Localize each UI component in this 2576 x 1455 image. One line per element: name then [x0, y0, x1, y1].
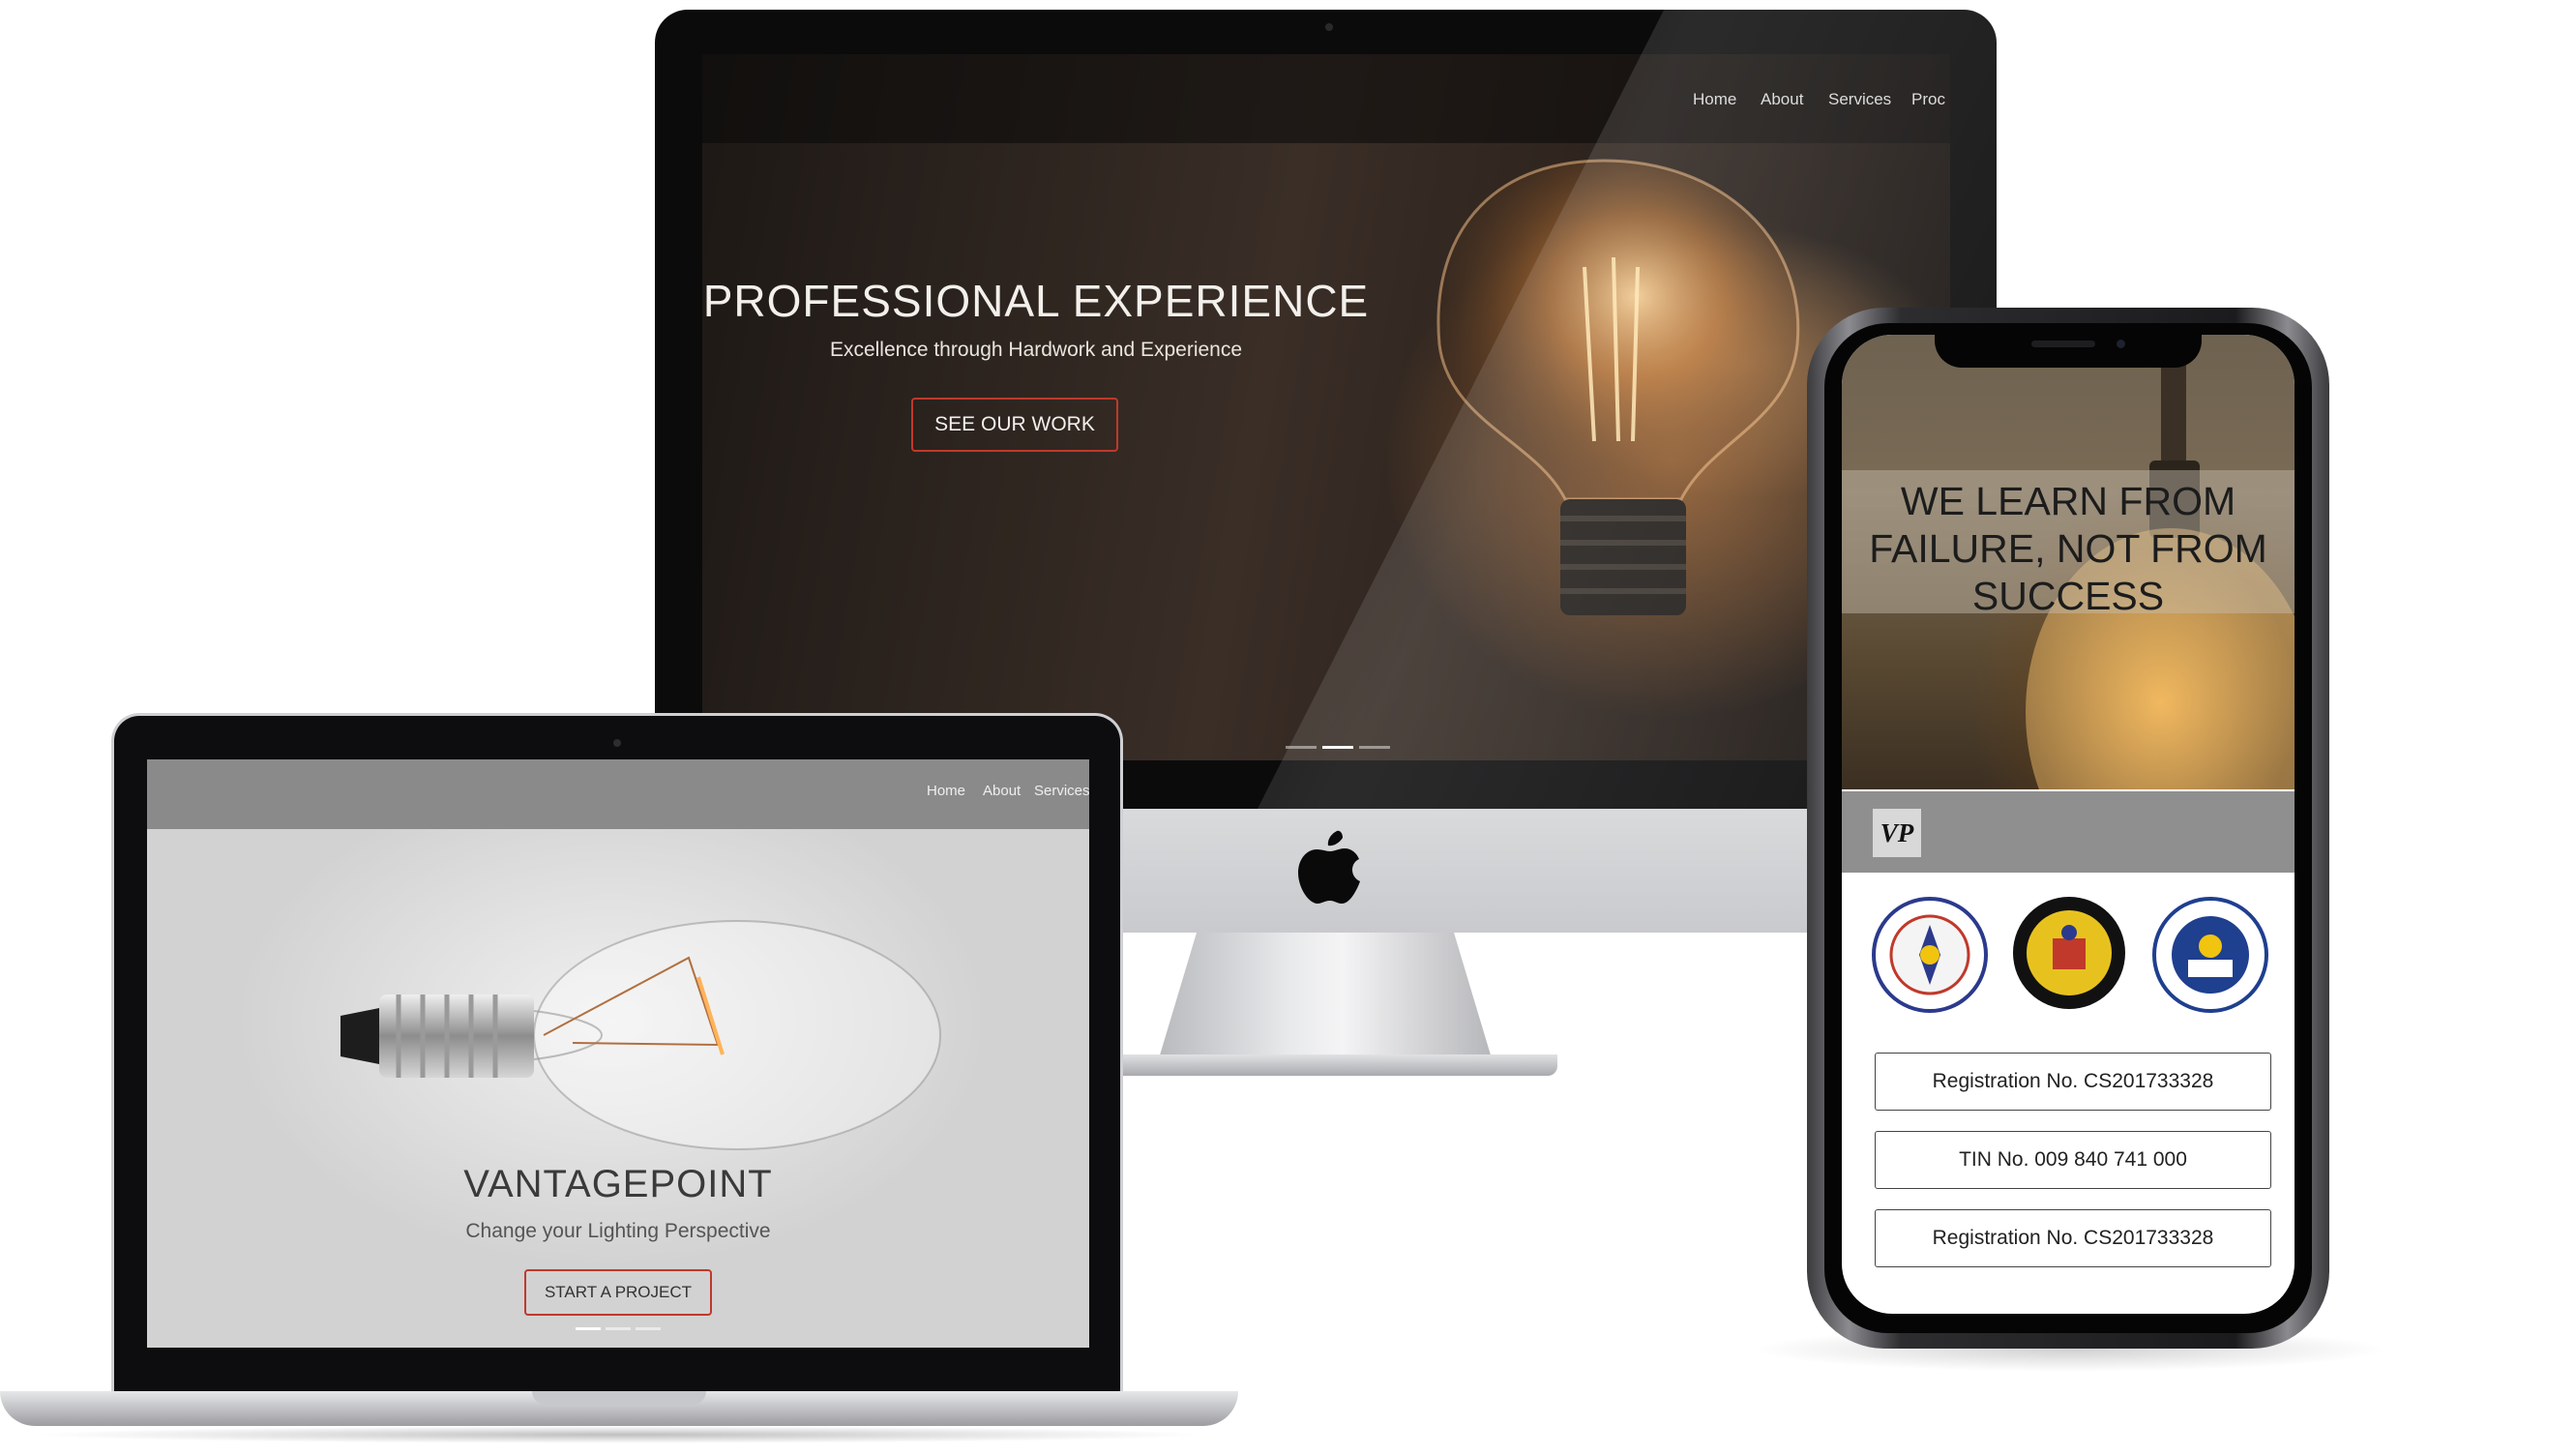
laptop-hinge-notch — [532, 1391, 706, 1405]
tin-number-box: TIN No. 009 840 741 000 — [1875, 1131, 2271, 1189]
carousel-dot-2[interactable] — [1322, 746, 1353, 749]
imac-stand — [1156, 933, 1495, 1068]
see-our-work-button[interactable]: SEE OUR WORK — [911, 398, 1118, 452]
hero-quote: WE LEARN FROM FAILURE, NOT FROM SUCCESS — [1869, 479, 2267, 618]
phone-speaker — [2031, 341, 2095, 347]
imac-nav-products[interactable]: Proc — [1911, 90, 1945, 109]
laptop-screen: Home About Services VANTAGEPOINT Change … — [147, 759, 1089, 1348]
imac-stand-base — [1064, 1054, 1557, 1076]
carousel-dot-2[interactable] — [606, 1327, 631, 1330]
imac-screen: Home About Services Proc PROFESSIONAL EX… — [702, 54, 1950, 760]
customs-seal-icon — [2152, 897, 2268, 1013]
phone-front-camera — [2117, 340, 2125, 348]
carousel-dot-3[interactable] — [636, 1327, 661, 1330]
lightbulb-image — [1436, 159, 1800, 615]
hero-subtitle: Excellence through Hardwork and Experien… — [829, 339, 1243, 361]
registration-number-box: Registration No. CS201733328 — [1875, 1053, 2271, 1111]
imac-nav-home[interactable]: Home — [1693, 90, 1736, 109]
carousel-dot-1[interactable] — [576, 1327, 601, 1330]
phone-screen: WE LEARN FROM FAILURE, NOT FROM SUCCESS … — [1842, 335, 2295, 1314]
hero-headline: PROFESSIONAL EXPERIENCE — [702, 276, 1370, 326]
phone-notch — [1935, 329, 2202, 368]
lightbulb-image — [341, 920, 941, 1150]
carousel-dot-1[interactable] — [1286, 746, 1317, 749]
hero-title: VANTAGEPOINT — [463, 1163, 773, 1205]
hero-subtitle: Change your Lighting Perspective — [465, 1220, 771, 1242]
imac-nav-services[interactable]: Services — [1828, 90, 1891, 109]
carousel-dot-3[interactable] — [1359, 746, 1390, 749]
laptop-camera — [613, 739, 621, 747]
bir-seal-icon — [2013, 897, 2125, 1009]
imac-nav-about[interactable]: About — [1761, 90, 1803, 109]
start-a-project-button[interactable]: START A PROJECT — [524, 1269, 712, 1316]
vp-logo[interactable]: VP — [1873, 809, 1921, 857]
laptop-shadow — [29, 1426, 1209, 1443]
imac-navbar: Home About Services Proc — [702, 54, 1950, 143]
registration-number-box: Registration No. CS201733328 — [1875, 1209, 2271, 1267]
laptop-nav-services[interactable]: Services — [1034, 783, 1089, 799]
sec-seal-icon — [1872, 897, 1988, 1013]
imac-camera — [1325, 23, 1333, 31]
laptop-nav-home[interactable]: Home — [927, 783, 965, 799]
apple-logo-icon — [1296, 830, 1364, 907]
laptop-nav-about[interactable]: About — [983, 783, 1021, 799]
laptop-navbar: Home About Services — [147, 759, 1089, 829]
